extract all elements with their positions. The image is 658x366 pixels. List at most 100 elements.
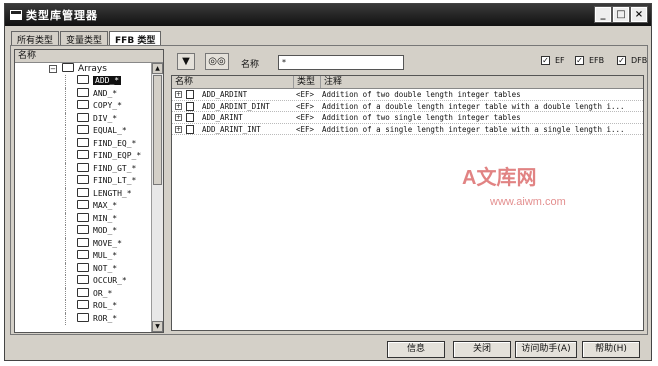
row-name: ADD_ARDINT_DINT — [202, 101, 270, 111]
tree-item[interactable]: OCCUR_* — [15, 275, 151, 288]
tree-item[interactable]: FIND_EQ_* — [15, 137, 151, 151]
tree-item[interactable]: AND_* — [15, 87, 151, 101]
table-row[interactable]: + ADD_ARDINT <EF> Addition of two double le… — [172, 89, 643, 101]
tree-item[interactable]: MIN_* — [15, 212, 151, 226]
check-icon[interactable]: ✓ — [541, 56, 550, 65]
help-button[interactable]: 帮助(H) — [582, 341, 640, 358]
folder-icon — [77, 225, 89, 234]
function-grid: 名称 类型 注释 + ADD_ARDINT <EF> Addition of two … — [171, 75, 644, 331]
tree-item[interactable]: ROR_* — [15, 312, 151, 326]
tree-item-label: MAX_* — [93, 201, 118, 210]
column-type[interactable]: 类型 — [294, 76, 321, 88]
row-type: <EF> — [296, 124, 315, 134]
column-name[interactable]: 名称 — [172, 76, 294, 88]
tree-item[interactable]: FIND_EQP_* — [15, 150, 151, 163]
expand-icon[interactable]: + — [175, 125, 182, 133]
row-type: <EF> — [296, 101, 315, 111]
tree-item-label: ROR_* — [93, 313, 118, 323]
tree-item-label: AND_* — [93, 88, 118, 98]
row-name: ADD_ARINT — [202, 113, 243, 122]
checkbox-dfb-label: DFB — [631, 56, 648, 65]
tree-item-label: COPY_* — [93, 101, 122, 110]
tree-item[interactable]: ROL_* — [15, 300, 151, 313]
tree-item[interactable]: OR_* — [15, 287, 151, 301]
tree-item-label: FIND_GT_* — [93, 163, 137, 173]
tree-root[interactable]: − Arrays — [15, 63, 151, 75]
maximize-button[interactable]: □ — [612, 6, 630, 23]
expand-icon[interactable]: + — [175, 114, 182, 121]
checkbox-dfb[interactable]: ✓ DFB — [617, 56, 647, 65]
tree-header: 名称 — [15, 50, 163, 63]
table-row[interactable]: + ADD_ARINT <EF> Addition of two single len… — [172, 112, 643, 124]
tree-item[interactable]: EQUAL_* — [15, 125, 151, 138]
table-row[interactable]: + ADD_ARDINT_DINT <EF> Addition of a double… — [172, 101, 643, 112]
tree-item-label: ROL_* — [93, 301, 118, 310]
function-block-icon — [186, 124, 194, 134]
tree-item-label: OCCUR_* — [93, 276, 127, 285]
folder-icon — [77, 150, 89, 159]
type-library-window: 类型库管理器 _ □ × 所有类型 变量类型 FFB 类型 名称 − Arrays… — [4, 3, 652, 361]
scroll-thumb[interactable] — [153, 75, 162, 185]
tree-item-label: MOD_* — [93, 226, 118, 235]
table-row[interactable]: + ADD_ARINT_INT <EF> Addition of a single l… — [172, 124, 643, 135]
check-icon[interactable]: ✓ — [617, 56, 626, 65]
tree-item[interactable]: MOVE_* — [15, 237, 151, 251]
name-filter-input[interactable]: * — [278, 55, 404, 70]
collapse-icon[interactable]: − — [49, 65, 57, 73]
folder-icon — [77, 287, 89, 297]
tree-item[interactable]: DIV_* — [15, 112, 151, 126]
tree-item[interactable]: LENGTH_* — [15, 187, 151, 201]
checkbox-ef-label: EF — [555, 56, 565, 65]
assistant-button[interactable]: 访问助手(A) — [515, 341, 577, 358]
row-type: <EF> — [296, 113, 315, 122]
tree-item-label: MIN_* — [93, 213, 118, 223]
tree-item-label: FIND_LT_* — [93, 176, 137, 185]
title-bar: 类型库管理器 _ □ × — [5, 4, 651, 26]
tree-scrollbar[interactable]: ▲ ▼ — [151, 63, 163, 332]
library-tree: 名称 − Arrays ADD_* AND_* COPY_* DIV_* EQUAL_* F… — [14, 49, 164, 333]
folder-icon — [77, 100, 89, 109]
tree-item[interactable]: MOD_* — [15, 225, 151, 238]
grid-body: + ADD_ARDINT <EF> Addition of two double le… — [172, 89, 643, 135]
scroll-down-icon[interactable]: ▼ — [152, 321, 163, 332]
close-button[interactable]: 关闭 — [453, 341, 511, 358]
info-button[interactable]: 信息 — [387, 341, 445, 358]
folder-icon — [77, 200, 89, 209]
column-comment[interactable]: 注释 — [321, 76, 643, 88]
expand-icon[interactable]: + — [175, 91, 182, 98]
folder-icon — [77, 187, 89, 197]
tree-item[interactable]: FIND_GT_* — [15, 162, 151, 176]
checkbox-ef[interactable]: ✓ EF — [541, 56, 565, 65]
tree-item-label: FIND_EQP_* — [93, 151, 142, 160]
tree-item[interactable]: FIND_LT_* — [15, 175, 151, 188]
tree-item-label: LENGTH_* — [93, 188, 132, 198]
tree-item-label: EQUAL_* — [93, 126, 127, 135]
tree-item[interactable]: ADD_* — [15, 75, 151, 88]
filter-icon[interactable]: ▼ — [177, 53, 195, 70]
check-icon[interactable]: ✓ — [575, 56, 584, 65]
expand-icon[interactable]: + — [175, 102, 182, 110]
app-icon — [10, 10, 22, 20]
tree-item-label: OR_* — [93, 288, 113, 298]
minimize-button[interactable]: _ — [594, 6, 612, 23]
tab-variable-types[interactable]: 变量类型 — [60, 31, 109, 46]
glasses-icon[interactable]: ◎◎ — [205, 53, 229, 70]
folder-icon — [77, 162, 89, 172]
folder-icon — [77, 212, 89, 222]
close-window-button[interactable]: × — [630, 6, 648, 23]
row-comment: Addition of a single length integer tabl… — [322, 124, 625, 134]
tab-all-types[interactable]: 所有类型 — [11, 31, 60, 46]
checkbox-efb[interactable]: ✓ EFB — [575, 56, 604, 65]
tree-item[interactable]: MAX_* — [15, 200, 151, 213]
scroll-up-icon[interactable]: ▲ — [152, 63, 163, 74]
row-comment: Addition of two single length integer ta… — [322, 113, 521, 122]
tree-item-label: NOT_* — [93, 263, 118, 273]
folder-icon — [77, 112, 89, 122]
folder-icon — [77, 250, 89, 259]
tree-item[interactable]: NOT_* — [15, 262, 151, 276]
row-type: <EF> — [296, 90, 315, 99]
tree-item[interactable]: COPY_* — [15, 100, 151, 113]
tab-ffb-types[interactable]: FFB 类型 — [109, 31, 162, 46]
tree-item[interactable]: MUL_* — [15, 250, 151, 263]
row-comment: Addition of a double length integer tabl… — [322, 101, 625, 111]
